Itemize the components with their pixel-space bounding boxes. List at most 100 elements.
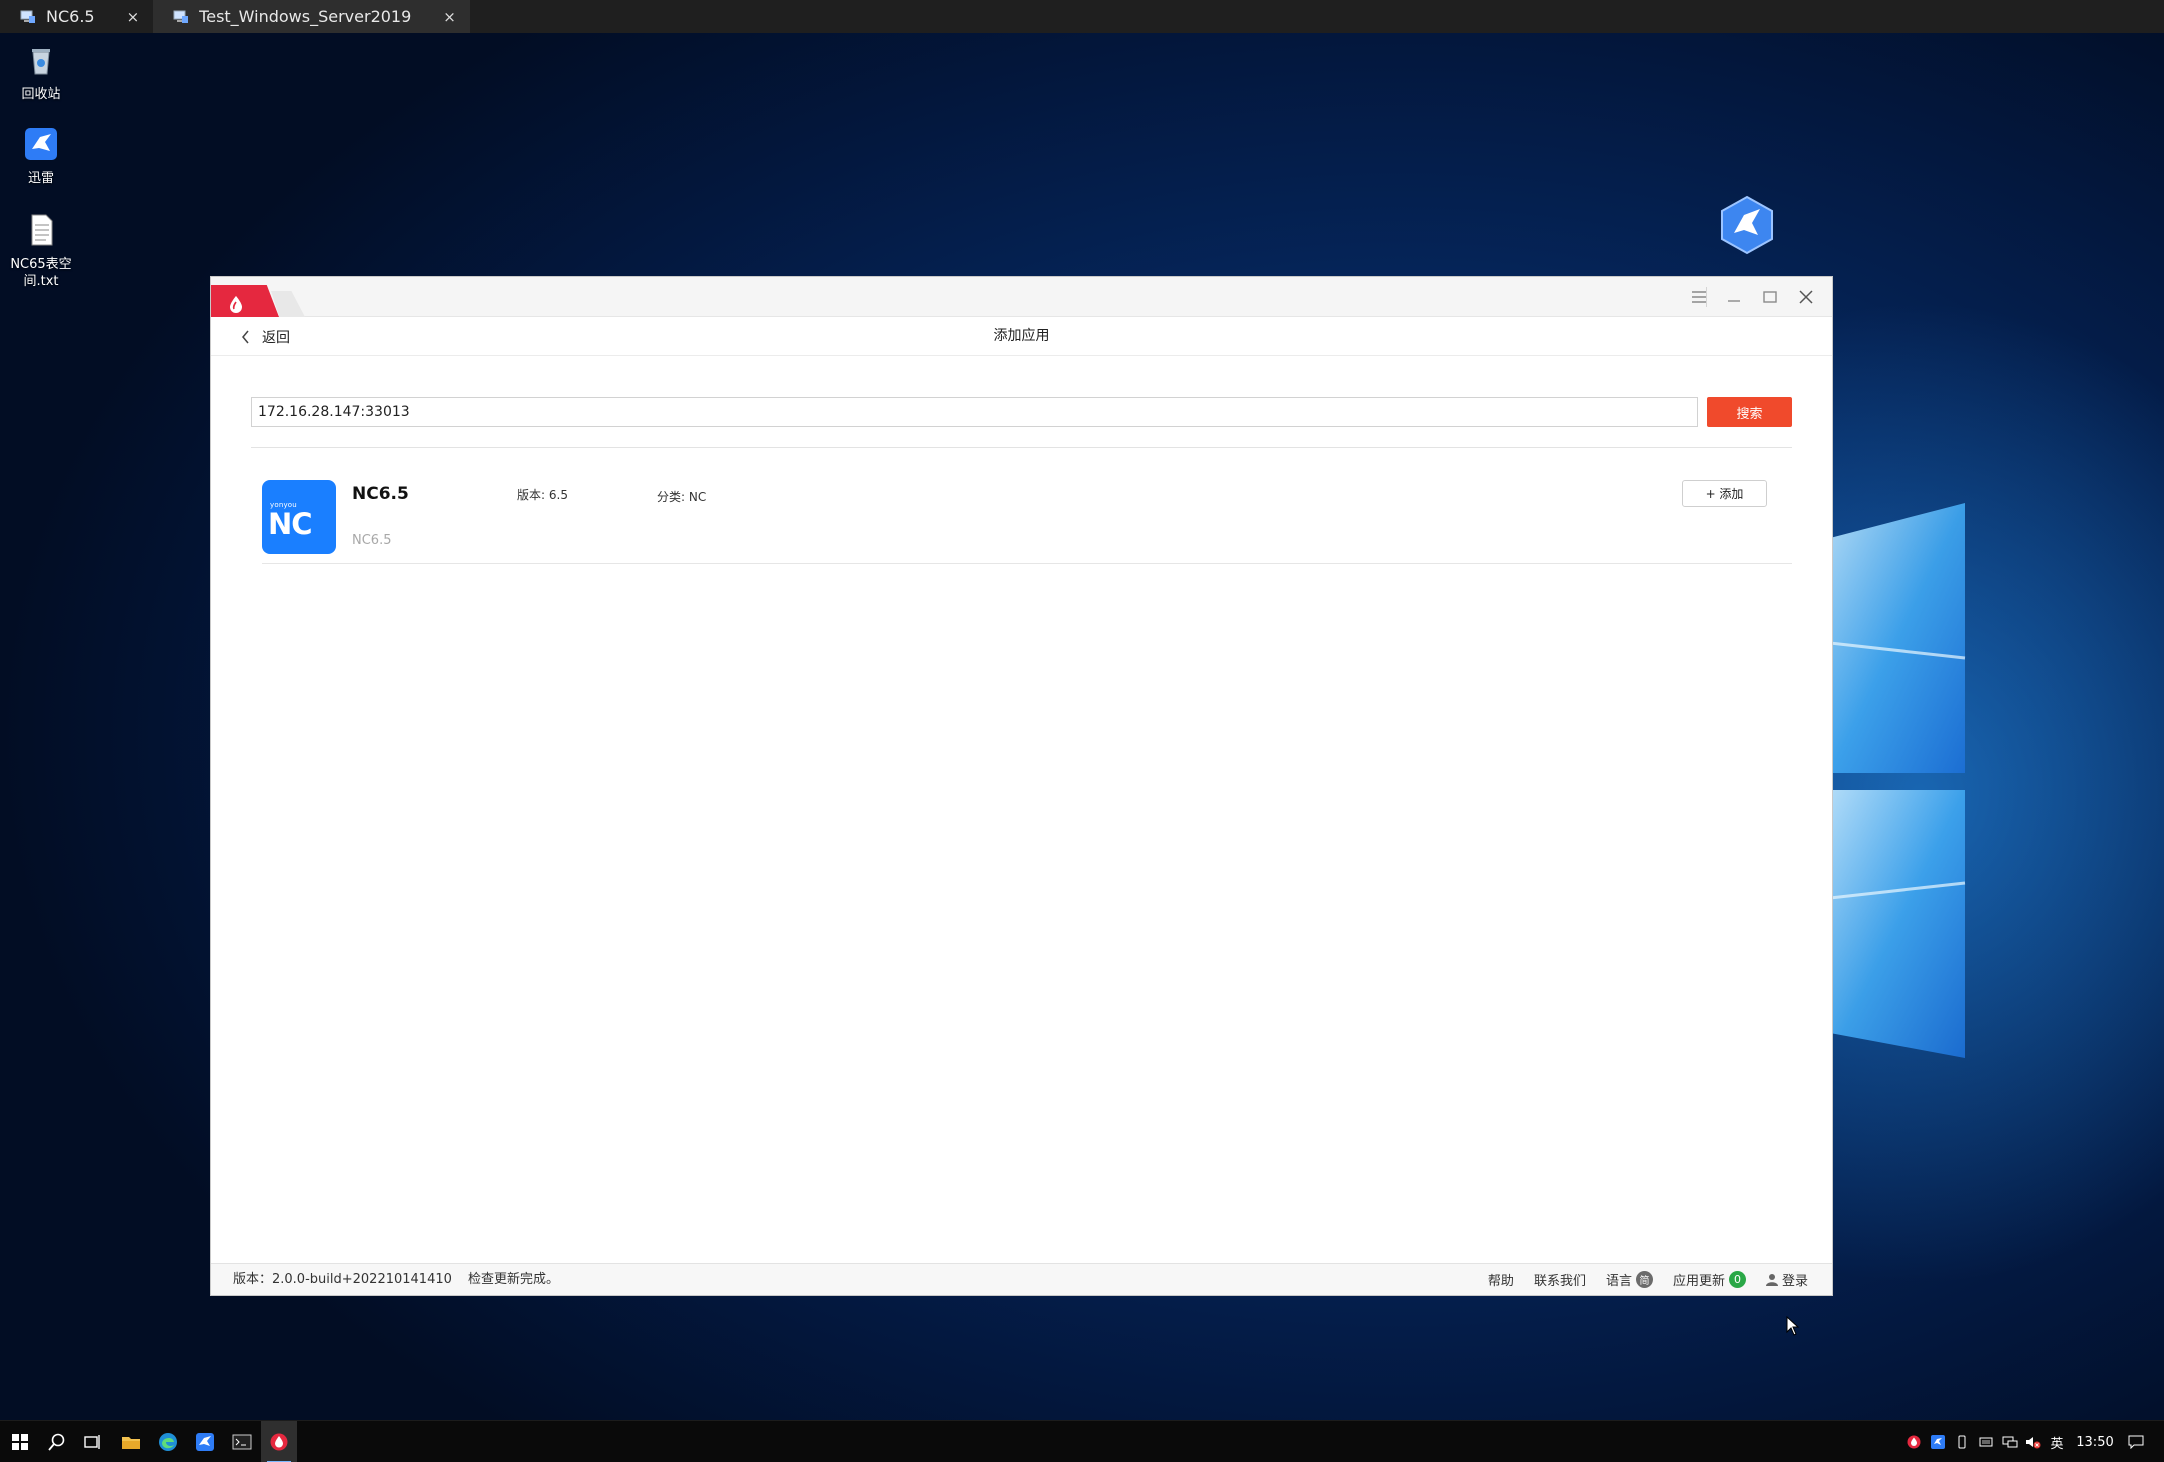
menu-icon[interactable] <box>1681 277 1717 317</box>
close-icon[interactable]: × <box>127 8 140 26</box>
chevron-left-icon <box>242 330 249 343</box>
remote-tab-test-windows-server[interactable]: Test_Windows_Server2019 × <box>153 0 470 33</box>
text-file-icon <box>31 214 53 246</box>
status-bar: 版本：2.0.0-build+202210141410 检查更新完成。 帮助 联… <box>211 1263 1832 1295</box>
xunlei-bird-icon <box>25 128 57 160</box>
search-row: 搜索 <box>251 397 1792 427</box>
back-button[interactable]: 返回 <box>241 317 290 356</box>
desktop: 回收站 迅雷 NC65表空间.txt 添加应用 返回 172.16.28.147… <box>0 33 2164 1420</box>
page-title: 添加应用 <box>993 328 1050 344</box>
remote-desktop-icon <box>173 10 189 23</box>
update-status: 检查更新完成。 <box>468 1272 560 1287</box>
app-logo-drop-icon <box>230 296 242 313</box>
file-explorer-button[interactable] <box>113 1421 149 1462</box>
app-result-item: yonyou NC NC6.5 NC6.5 版本: 6.5 分类: NC + 添… <box>262 480 1792 564</box>
app-name: NC6.5 <box>352 484 409 504</box>
remote-desktop-icon <box>20 10 35 23</box>
login-link[interactable]: 登录 <box>1765 1270 1808 1289</box>
app-update-label: 应用更新 <box>1672 1274 1725 1289</box>
desktop-icon-text-file[interactable]: NC65表空间.txt <box>0 213 82 290</box>
terminal-icon <box>232 1434 252 1450</box>
network-icon <box>2002 1436 2018 1448</box>
edge-icon <box>159 1433 177 1451</box>
app-update-count-badge: 0 <box>1728 1271 1746 1288</box>
xunlei-taskbar-button[interactable] <box>187 1421 223 1462</box>
start-button[interactable] <box>2 1421 38 1462</box>
window-titlebar <box>211 277 1832 317</box>
taskbar: 英 13:50 <box>0 1420 2164 1462</box>
recycle-bin-icon <box>32 49 50 75</box>
version-info: 版本：2.0.0-build+202210141410 <box>233 1272 452 1287</box>
terminal-button[interactable] <box>224 1421 260 1462</box>
tray-notification-icon[interactable] <box>2122 1421 2150 1462</box>
xunlei-bird-icon <box>1931 1435 1945 1449</box>
app-update-link[interactable]: 应用更新 0 <box>1673 1270 1746 1289</box>
app-category: 分类: NC <box>657 488 706 505</box>
divider <box>251 447 1792 448</box>
category-value: NC <box>688 490 707 504</box>
tray-volume-muted-icon[interactable] <box>2022 1421 2044 1462</box>
app-subtitle: NC6.5 <box>352 533 392 548</box>
tray-ime-indicator[interactable]: 英 <box>2046 1421 2068 1462</box>
contact-link[interactable]: 联系我们 <box>1534 1270 1586 1289</box>
status-right: 帮助 联系我们 语言 简 应用更新 0 登录 <box>1488 1264 1808 1295</box>
desktop-icon-recycle-bin[interactable]: 回收站 <box>0 43 82 103</box>
tray-xunlei-icon[interactable] <box>1928 1421 1948 1462</box>
titlebar-separator <box>1706 287 1707 307</box>
tray-network-icon[interactable] <box>1999 1421 2021 1462</box>
remote-tab-label: NC6.5 <box>46 7 95 26</box>
usb-icon <box>1958 1435 1966 1449</box>
app-logo-drop-icon <box>270 1433 288 1451</box>
desktop-icon-label: 迅雷 <box>27 171 54 186</box>
app-logo-drop-icon <box>1907 1435 1921 1449</box>
folder-icon <box>122 1437 140 1449</box>
remote-tab-nc65[interactable]: NC6.5 × <box>0 0 153 33</box>
logo-mark-text: NC <box>268 507 313 541</box>
page-header: 添加应用 返回 <box>211 317 1832 356</box>
desktop-icon-label: NC65表空间.txt <box>10 257 72 289</box>
task-view-icon <box>84 1435 100 1449</box>
notification-icon <box>2128 1435 2144 1449</box>
status-left: 版本：2.0.0-build+202210141410 检查更新完成。 <box>233 1264 559 1295</box>
version-value: 6.5 <box>548 488 568 502</box>
login-label: 登录 <box>1781 1274 1808 1289</box>
version-label: 版本: <box>517 488 546 502</box>
close-icon[interactable]: × <box>443 8 456 26</box>
search-button[interactable]: 搜索 <box>1707 397 1792 427</box>
edge-browser-button[interactable] <box>150 1421 186 1462</box>
app-window: 添加应用 返回 搜索 yonyou NC NC6.5 NC6.5 版本: 6.5… <box>211 277 1832 1295</box>
nc-app-logo: yonyou NC <box>262 480 336 554</box>
search-button[interactable] <box>39 1421 75 1462</box>
task-view-button[interactable] <box>75 1421 111 1462</box>
minimize-icon[interactable] <box>1716 277 1752 317</box>
desktop-icon-xunlei[interactable]: 迅雷 <box>0 127 82 187</box>
tray-usb-icon[interactable] <box>1952 1421 1972 1462</box>
xunlei-bird-icon <box>196 1433 214 1451</box>
windows-start-icon <box>12 1434 28 1450</box>
add-app-button[interactable]: + 添加 <box>1682 480 1767 507</box>
tray-clock[interactable]: 13:50 <box>2070 1421 2120 1462</box>
app-home-tab[interactable] <box>211 285 279 317</box>
app-version: 版本: 6.5 <box>517 486 568 503</box>
close-icon[interactable] <box>1788 277 1824 317</box>
tray-keyboard-icon[interactable] <box>1975 1421 1997 1462</box>
search-input[interactable] <box>251 397 1698 427</box>
nc-app-taskbar-button[interactable] <box>261 1421 297 1462</box>
language-selector[interactable]: 语言 简 <box>1606 1270 1653 1289</box>
tray-nc-app-icon[interactable] <box>1904 1421 1924 1462</box>
search-icon <box>48 1433 65 1451</box>
remote-tab-label: Test_Windows_Server2019 <box>199 7 412 26</box>
category-label: 分类: <box>657 490 686 504</box>
keyboard-icon <box>1979 1437 1993 1447</box>
mouse-cursor-icon <box>1786 1316 1800 1336</box>
back-label: 返回 <box>262 329 290 346</box>
help-link[interactable]: 帮助 <box>1488 1270 1514 1289</box>
volume-muted-icon <box>2026 1437 2041 1449</box>
windows-logo-wallpaper <box>1830 503 1966 1058</box>
remote-session-tabbar: NC6.5 × Test_Windows_Server2019 × <box>0 0 2164 33</box>
language-label: 语言 <box>1605 1274 1632 1289</box>
xunlei-floating-icon[interactable] <box>1720 195 1774 255</box>
desktop-icon-label: 回收站 <box>21 87 61 102</box>
user-icon <box>1765 1274 1778 1286</box>
maximize-icon[interactable] <box>1752 277 1788 317</box>
